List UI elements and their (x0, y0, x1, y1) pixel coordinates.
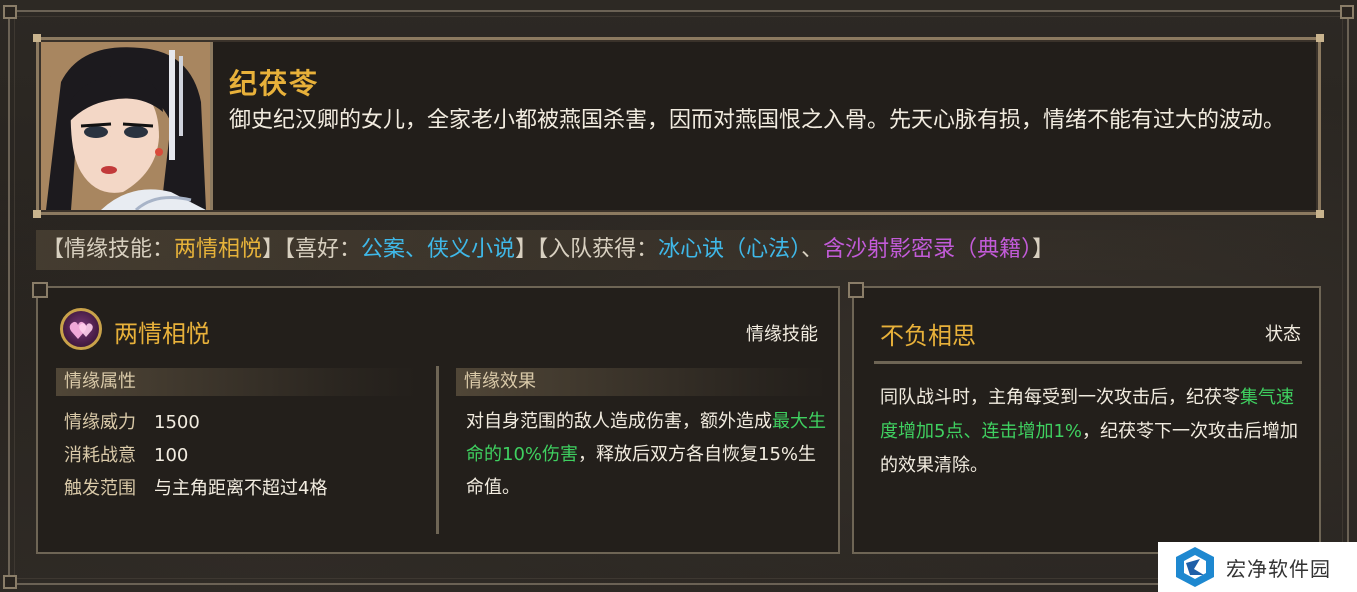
frame-corner (3, 575, 17, 589)
attribute-value: 100 (154, 445, 189, 466)
effect-description: 对自身范围的敌人造成伤害，额外造成最大生命的10%伤害，释放后双方各自恢复15%… (466, 405, 826, 504)
skill-panel: 两情相悦 情缘技能 情缘属性 情缘威力 1500 消耗战意 100 触发范围 与主角距… (32, 282, 840, 554)
watermark: 宏净软件园 (1158, 542, 1357, 592)
attribute-key: 消耗战意 (64, 445, 136, 466)
attribute-key: 触发范围 (64, 478, 136, 499)
attribute-row: 触发范围 与主角距离不超过4格 (64, 474, 327, 500)
status-divider (874, 361, 1302, 364)
info-skill-name: 两情相悦 (174, 237, 263, 262)
attribute-key: 情缘威力 (64, 412, 136, 433)
character-portrait (41, 42, 213, 210)
attribute-row: 消耗战意 100 (64, 441, 188, 467)
character-info-bar: 【情缘技能：两情相悦】【喜好：公案、侠义小说】【入队获得：冰心诀（心法）、含沙射… (36, 230, 1321, 270)
watermark-text: 宏净软件园 (1226, 556, 1331, 581)
status-type-label: 状态 (1265, 324, 1301, 345)
status-panel: 不负相思 状态 同队战斗时，主角每受到一次攻击后，纪茯苓集气速度增加5点、连击增… (848, 282, 1321, 554)
info-bracket: 】【入队获得： (515, 237, 659, 262)
header-corner-deco (1316, 210, 1324, 218)
header-corner-deco (33, 210, 41, 218)
info-reward-book: 含沙射影密录（典籍） (823, 237, 1033, 262)
character-description: 御史纪汉卿的女儿，全家老小都被燕国杀害，因而对燕国恨之入骨。先天心脉有损，情绪不… (229, 108, 1286, 133)
character-portrait-art (41, 42, 210, 210)
info-separator: 、 (801, 237, 824, 262)
status-title: 不负相思 (880, 322, 976, 350)
character-header: 纪茯苓 御史纪汉卿的女儿，全家老小都被燕国杀害，因而对燕国恨之入骨。先天心脉有损… (33, 34, 1324, 218)
panel-corner (32, 282, 48, 298)
attribute-value: 与主角距离不超过4格 (154, 478, 328, 499)
column-divider (436, 366, 439, 534)
attribute-value: 1500 (154, 412, 200, 433)
header-corner-deco (1316, 34, 1324, 42)
frame-corner (3, 5, 17, 19)
attributes-header: 情缘属性 (56, 368, 416, 396)
info-bracket: 】 (1032, 237, 1055, 262)
character-name: 纪茯苓 (229, 67, 320, 100)
panel-corner (848, 282, 864, 298)
skill-title: 两情相悦 (114, 320, 210, 348)
game-screen: 纪茯苓 御史纪汉卿的女儿，全家老小都被燕国杀害，因而对燕国恨之入骨。先天心脉有损… (0, 0, 1357, 592)
info-reward-manual: 冰心诀（心法） (658, 237, 802, 262)
skill-type-label: 情缘技能 (746, 324, 818, 345)
info-bracket: 】【喜好： (262, 237, 362, 262)
attribute-row: 情缘威力 1500 (64, 408, 200, 434)
effect-header: 情缘效果 (456, 368, 826, 396)
effect-text-part: 对自身范围的敌人造成伤害，额外造成 (466, 411, 772, 432)
status-text-part: 同队战斗时，主角每受到一次攻击后，纪茯苓 (880, 387, 1240, 408)
status-description: 同队战斗时，主角每受到一次攻击后，纪茯苓集气速度增加5点、连击增加1%，纪茯苓下… (880, 381, 1300, 483)
info-hobbies: 公案、侠义小说 (361, 237, 516, 262)
info-bracket: 【情缘技能： (42, 237, 175, 262)
frame-corner (1340, 5, 1354, 19)
hexagon-logo-icon (1176, 547, 1214, 587)
header-corner-deco (33, 34, 41, 42)
double-heart-icon (60, 308, 102, 350)
